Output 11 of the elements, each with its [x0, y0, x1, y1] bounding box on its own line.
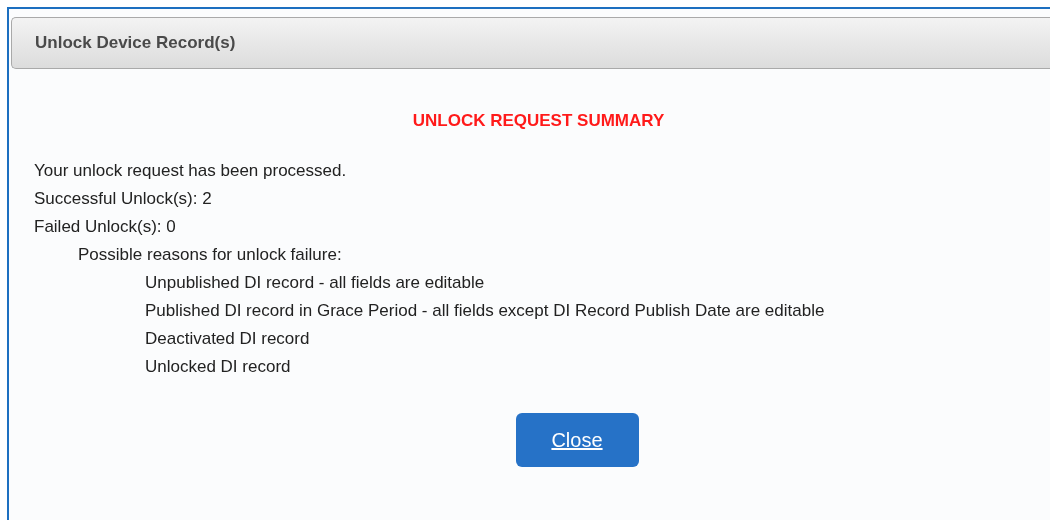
summary-line: Successful Unlock(s): 2 — [34, 188, 213, 210]
reasons-heading: Possible reasons for unlock failure: — [77, 244, 343, 266]
summary-heading: UNLOCK REQUEST SUMMARY — [411, 111, 666, 131]
reason-line: Published DI record in Grace Period - all fields except DI Record Publish Date are editable — [144, 300, 826, 322]
summary-line: Failed Unlock(s): 0 — [34, 216, 177, 238]
reason-line: Deactivated DI record — [144, 328, 311, 350]
reason-line: Unpublished DI record - all fields are editable — [144, 272, 486, 294]
dialog-title: Unlock Device Record(s) — [35, 33, 236, 53]
close-button[interactable]: Close — [515, 413, 639, 467]
summary-line: Your unlock request has been processed. — [34, 160, 348, 182]
reason-line: Unlocked DI record — [144, 356, 292, 378]
